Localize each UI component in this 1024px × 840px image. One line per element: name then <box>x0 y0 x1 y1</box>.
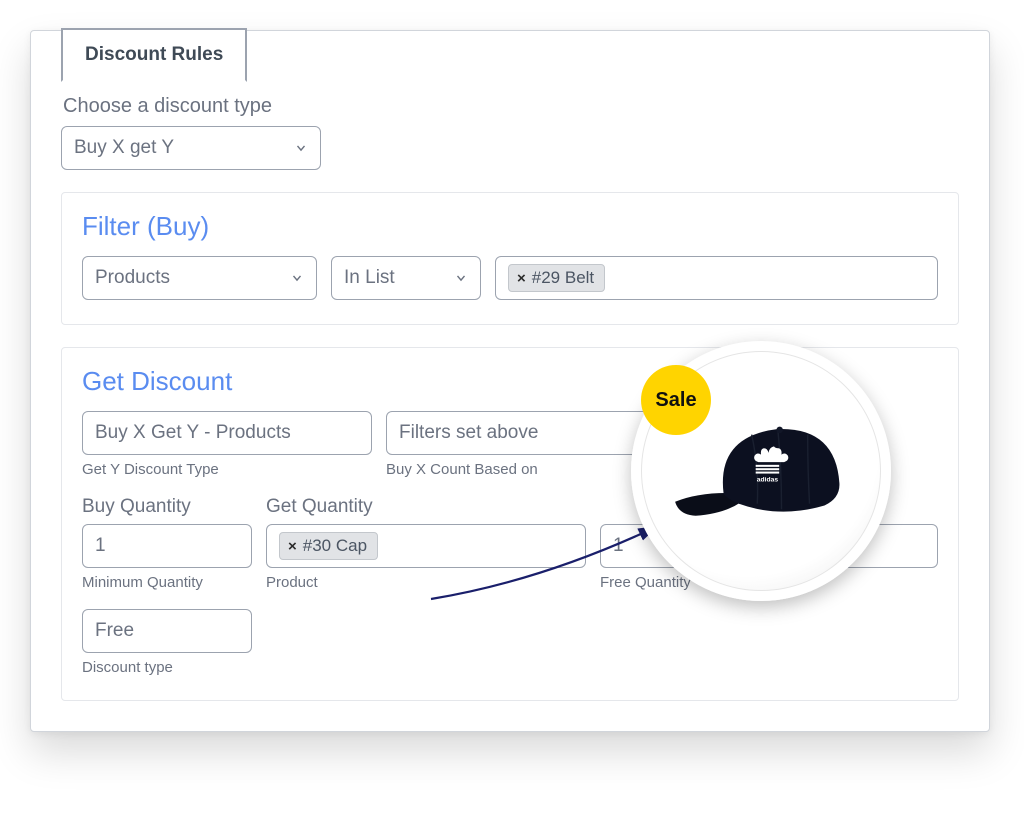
discount-type-caption: Discount type <box>82 659 252 676</box>
sale-badge: Sale <box>641 365 711 435</box>
get-y-type-value: Buy X Get Y - Products <box>95 422 291 444</box>
get-qty-label: Get Quantity <box>266 496 586 518</box>
filter-products-input[interactable]: × #29 Belt <box>495 256 938 300</box>
filter-operator-value: In List <box>344 267 395 289</box>
filter-buy-panel: Filter (Buy) Products In List × #29 Belt <box>61 192 959 325</box>
sale-badge-label: Sale <box>655 389 696 412</box>
get-y-type-input[interactable]: Buy X Get Y - Products <box>82 411 372 455</box>
chip-label: #30 Cap <box>303 536 367 556</box>
get-product-chip: × #30 Cap <box>279 532 378 560</box>
get-y-type-caption: Get Y Discount Type <box>82 461 372 478</box>
discount-type-value2: Free <box>95 620 134 642</box>
chevron-down-icon <box>454 271 468 285</box>
filter-category-select[interactable]: Products <box>82 256 317 300</box>
choose-discount-type-label: Choose a discount type <box>63 95 959 118</box>
buy-qty-label: Buy Quantity <box>82 496 252 518</box>
get-product-caption: Product <box>266 574 586 591</box>
svg-text:adidas: adidas <box>757 477 779 484</box>
chevron-down-icon <box>294 141 308 155</box>
get-product-input[interactable]: × #30 Cap <box>266 524 586 568</box>
free-qty-value: 1 <box>613 535 624 557</box>
discount-rules-card: Discount Rules Choose a discount type Bu… <box>30 30 990 732</box>
discount-type-input[interactable]: Free <box>82 609 252 653</box>
filter-category-value: Products <box>95 267 170 289</box>
product-preview-bubble: Sale adidas <box>631 341 891 601</box>
buy-qty-caption: Minimum Quantity <box>82 574 252 591</box>
chip-label: #29 Belt <box>532 268 594 288</box>
chip-remove-icon[interactable]: × <box>288 538 297 555</box>
tab-label: Discount Rules <box>85 44 223 65</box>
discount-type-value: Buy X get Y <box>74 137 174 159</box>
buy-x-based-on-value: Filters set above <box>399 422 538 444</box>
filter-title: Filter (Buy) <box>82 211 938 242</box>
tab-discount-rules[interactable]: Discount Rules <box>61 28 247 82</box>
discount-type-select[interactable]: Buy X get Y <box>61 126 321 170</box>
filter-operator-select[interactable]: In List <box>331 256 481 300</box>
buy-qty-input[interactable]: 1 <box>82 524 252 568</box>
buy-qty-value: 1 <box>95 535 106 557</box>
filter-product-chip: × #29 Belt <box>508 264 605 292</box>
chevron-down-icon <box>290 271 304 285</box>
chip-remove-icon[interactable]: × <box>517 270 526 287</box>
